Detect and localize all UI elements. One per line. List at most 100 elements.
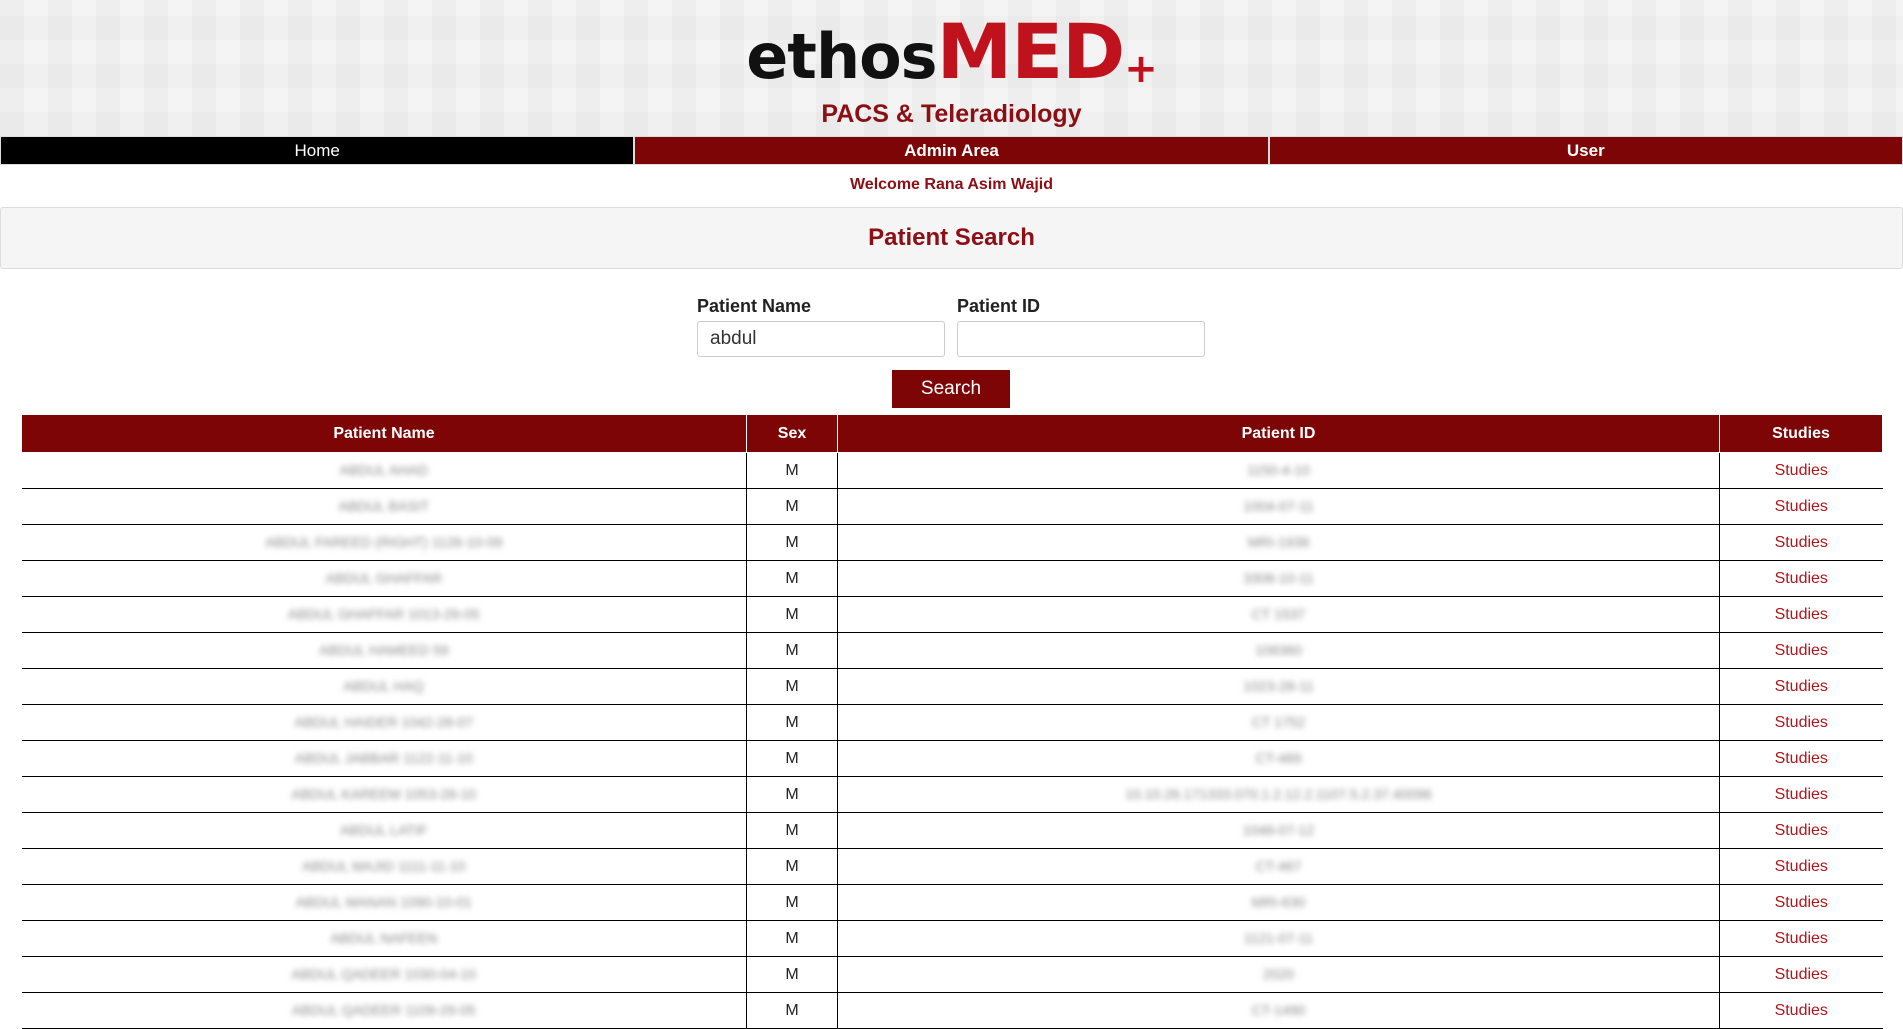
patient-id-cell: 108360 [837, 632, 1720, 669]
patient-id-input[interactable] [957, 321, 1205, 357]
table-row[interactable]: ABDUL JABBAR 1122-11-10 M CT-469 Studies [21, 740, 1883, 777]
patient-name-input[interactable] [697, 321, 945, 357]
patient-id-cell: 1048-07-12 [837, 812, 1720, 849]
logo-subtitle: PACS & Teleradiology [821, 100, 1082, 128]
studies-link[interactable]: Studies [1775, 534, 1828, 551]
table-row[interactable]: ABDUL QADEER 1030-04-10 M 2020 Studies [21, 956, 1883, 993]
patient-name-cell: ABDUL HAIDER 1042-28-07 [21, 704, 747, 741]
sex-cell: M [746, 596, 838, 633]
patient-name-value: ABDUL GHAFFAR [325, 569, 442, 586]
patient-id-label: Patient ID [957, 296, 1041, 316]
studies-link[interactable]: Studies [1775, 822, 1828, 839]
studies-cell: Studies [1719, 992, 1883, 1029]
logo-plus-text: + [1124, 46, 1158, 92]
studies-cell: Studies [1719, 632, 1883, 669]
patient-id-value: 1048-07-12 [1242, 821, 1315, 838]
logo-ethos-text: ethos [746, 20, 937, 93]
table-row[interactable]: ABDUL MANAN 1090-10-01 M MRI-630 Studies [21, 884, 1883, 921]
studies-link[interactable]: Studies [1775, 786, 1828, 803]
table-row[interactable]: ABDUL MAJID 1111-11-10 M CT-467 Studies [21, 848, 1883, 885]
table-row[interactable]: ABDUL NAFEEN M 1121-07-11 Studies [21, 920, 1883, 957]
patient-name-cell: ABDUL MAJID 1111-11-10 [21, 848, 747, 885]
sex-cell: M [746, 884, 838, 921]
patient-name-value: ABDUL MAJID 1111-11-10 [302, 857, 466, 874]
sex-cell: M [746, 704, 838, 741]
table-row[interactable]: ABDUL GHAFFAR 1013-29-05 M CT 1537 Studies [21, 596, 1883, 633]
studies-link[interactable]: Studies [1775, 966, 1828, 983]
patient-id-value: 2020 [1262, 965, 1295, 982]
studies-cell: Studies [1719, 884, 1883, 921]
studies-link[interactable]: Studies [1775, 642, 1828, 659]
table-row[interactable]: ABDUL AHAD M 1150-4-10 Studies [21, 452, 1883, 489]
studies-link[interactable]: Studies [1775, 606, 1828, 623]
col-header-studies[interactable]: Studies [1719, 414, 1883, 453]
patient-id-value: 108360 [1255, 641, 1302, 658]
patient-id-cell: CT 1537 [837, 596, 1720, 633]
patient-name-value: ABDUL QADEER 1030-04-10 [291, 965, 477, 982]
patient-id-cell: 1023-28-11 [837, 668, 1720, 705]
patient-id-cell: 2020 [837, 956, 1720, 993]
patient-id-value: 1150-4-10 [1247, 461, 1310, 478]
logo[interactable]: ethosMED+ [0, 14, 1903, 90]
sex-cell: M [746, 992, 838, 1029]
table-row[interactable]: ABDUL HAIDER 1042-28-07 M CT 1752 Studies [21, 704, 1883, 741]
studies-link[interactable]: Studies [1775, 678, 1828, 695]
studies-cell: Studies [1719, 812, 1883, 849]
panel-heading: Patient Search [0, 207, 1903, 269]
table-header-row: Patient Name Sex Patient ID Studies [21, 414, 1883, 453]
patient-name-cell: ABDUL HAMEED 59 [21, 632, 747, 669]
patient-id-value: 3308-10-11 [1243, 569, 1314, 586]
studies-link[interactable]: Studies [1775, 570, 1828, 587]
studies-cell: Studies [1719, 920, 1883, 957]
studies-link[interactable]: Studies [1775, 1002, 1828, 1019]
studies-cell: Studies [1719, 740, 1883, 777]
table-row[interactable]: ABDUL FAREED (RIGHT) 1126-10-09 M MRI-1938… [21, 524, 1883, 561]
patient-results-table: Patient Name Sex Patient ID Studies ABDU… [21, 414, 1883, 1029]
patient-id-cell: CT-1490 [837, 992, 1720, 1029]
sex-cell: M [746, 812, 838, 849]
studies-cell: Studies [1719, 452, 1883, 489]
patient-id-cell: 1004-07-11 [837, 488, 1720, 525]
studies-link[interactable]: Studies [1775, 930, 1828, 947]
studies-link[interactable]: Studies [1775, 894, 1828, 911]
table-row[interactable]: ABDUL HAQ M 1023-28-11 Studies [21, 668, 1883, 705]
table-row[interactable]: ABDUL BASIT M 1004-07-11 Studies [21, 488, 1883, 525]
col-header-patient-id[interactable]: Patient ID [837, 414, 1720, 453]
nav-user[interactable]: User [1268, 136, 1903, 165]
nav-home[interactable]: Home [0, 136, 635, 165]
studies-link[interactable]: Studies [1775, 750, 1828, 767]
col-header-sex[interactable]: Sex [746, 414, 838, 453]
table-row[interactable]: ABDUL GHAFFAR M 3308-10-11 Studies [21, 560, 1883, 597]
col-header-patient-name[interactable]: Patient Name [21, 414, 747, 453]
patient-id-value: 1121-07-11 [1243, 929, 1314, 946]
patient-id-value: CT-469 [1255, 749, 1302, 766]
patient-id-field: Patient ID [957, 296, 1205, 357]
sex-cell: M [746, 488, 838, 525]
sex-cell: M [746, 920, 838, 957]
search-button[interactable]: Search [892, 370, 1010, 408]
studies-link[interactable]: Studies [1775, 462, 1828, 479]
studies-cell: Studies [1719, 704, 1883, 741]
table-row[interactable]: ABDUL LATIF M 1048-07-12 Studies [21, 812, 1883, 849]
table-row[interactable]: ABDUL HAMEED 59 M 108360 Studies [21, 632, 1883, 669]
main-nav: Home Admin Area User [0, 136, 1903, 165]
nav-admin-area[interactable]: Admin Area [634, 136, 1269, 165]
welcome-message: Welcome Rana Asim Wajid [849, 176, 1053, 193]
studies-link[interactable]: Studies [1775, 714, 1828, 731]
studies-link[interactable]: Studies [1775, 498, 1828, 515]
patient-name-cell: ABDUL LATIF [21, 812, 747, 849]
table-row[interactable]: ABDUL QADEER 1109-29-05 M CT-1490 Studies [21, 992, 1883, 1029]
studies-cell: Studies [1719, 596, 1883, 633]
patient-name-cell: ABDUL JABBAR 1122-11-10 [21, 740, 747, 777]
sex-cell: M [746, 848, 838, 885]
sex-cell: M [746, 560, 838, 597]
studies-link[interactable]: Studies [1775, 858, 1828, 875]
studies-cell: Studies [1719, 848, 1883, 885]
sex-cell: M [746, 632, 838, 669]
patient-id-value: CT-1490 [1251, 1001, 1306, 1018]
studies-cell: Studies [1719, 956, 1883, 993]
table-row[interactable]: ABDUL KAREEM 1053-28-10 M 10.10.26.171333.… [21, 776, 1883, 813]
patient-name-value: ABDUL GHAFFAR 1013-29-05 [287, 605, 480, 622]
patient-name-field: Patient Name [697, 296, 945, 357]
patient-id-value: CT 1537 [1251, 605, 1306, 622]
